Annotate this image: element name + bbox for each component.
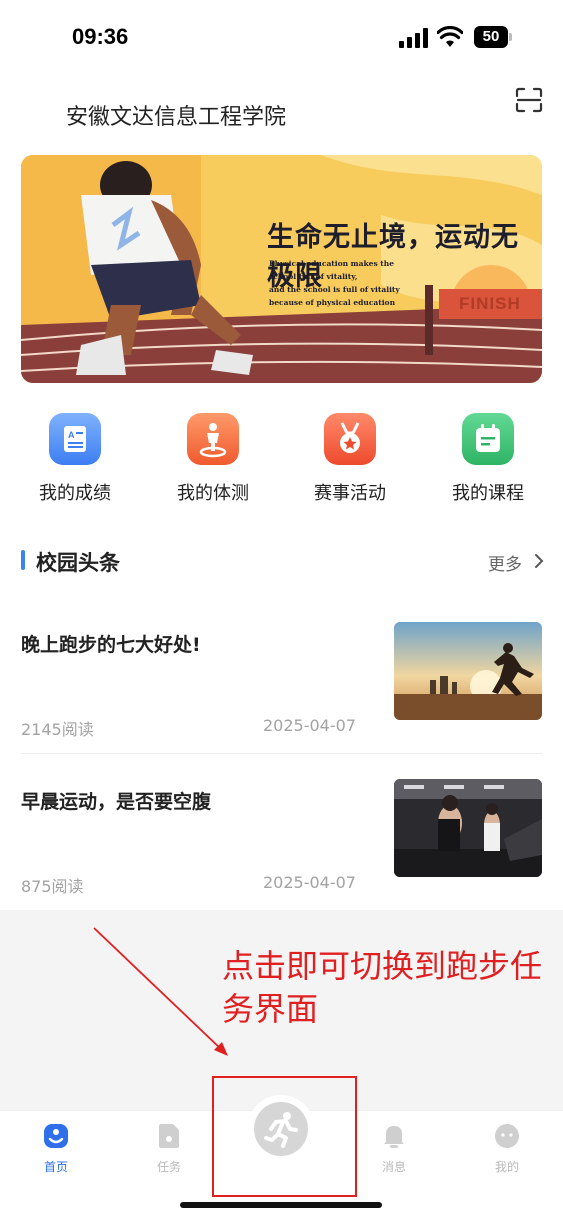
status-bar: 09:36 50 <box>0 0 563 78</box>
medal-icon <box>324 413 376 465</box>
quick-menu-label: 我的体测 <box>177 483 249 504</box>
wifi-icon <box>437 26 463 47</box>
fitness-test-icon <box>187 413 239 465</box>
banner-subtitle: Physical education makes the school full… <box>269 259 400 307</box>
battery-icon: 50 <box>474 26 514 48</box>
section-title: 校园头条 <box>36 551 120 575</box>
news-date: 2025-04-07 <box>263 873 356 892</box>
calendar-icon <box>462 413 514 465</box>
news-title: 早晨运动，是否要空腹 <box>21 791 212 813</box>
page-title: 安徽文达信息工程学院 <box>66 105 287 130</box>
tab-label: 我的 <box>494 1160 519 1174</box>
signal-icon <box>399 28 429 48</box>
battery-level: 50 <box>474 26 508 48</box>
divider <box>21 753 542 754</box>
tab-label: 任务 <box>156 1160 181 1174</box>
news-date: 2025-04-07 <box>263 716 356 735</box>
news-read-count: 2145阅读 <box>21 720 94 739</box>
task-icon <box>159 1124 179 1148</box>
profile-icon <box>495 1124 519 1148</box>
finish-sign: FINISH <box>439 289 542 319</box>
news-thumbnail <box>394 779 542 877</box>
news-item[interactable]: 早晨运动，是否要空腹 875阅读 2025-04-07 <box>21 779 542 917</box>
annotation-highlight-box <box>212 1076 357 1197</box>
home-indicator <box>180 1202 382 1208</box>
news-read-count: 875阅读 <box>21 877 84 896</box>
promo-banner[interactable]: 生命无止境，运动无极限 Physical education makes the… <box>21 155 542 383</box>
section-accent-bar <box>21 550 25 570</box>
tab-label: 首页 <box>43 1160 68 1174</box>
annotation-text: 点击即可切换到跑步任务界面 <box>222 947 543 1028</box>
tab-task[interactable]: 任务 <box>129 1123 209 1183</box>
quick-menu-courses[interactable]: 我的课程 <box>433 413 543 504</box>
quick-menu-my-scores[interactable]: A 我的成绩 <box>20 413 130 504</box>
chevron-right-icon[interactable] <box>534 553 544 569</box>
news-item[interactable]: 晚上跑步的七大好处! 2145阅读 2025-04-07 <box>21 622 542 760</box>
quick-menu-fitness-test[interactable]: 我的体测 <box>158 413 268 504</box>
tab-messages[interactable]: 消息 <box>354 1123 434 1183</box>
tab-profile[interactable]: 我的 <box>467 1123 547 1183</box>
quick-menu-label: 赛事活动 <box>314 483 386 504</box>
more-link[interactable]: 更多 <box>488 550 522 575</box>
svg-text:A: A <box>68 430 75 440</box>
tab-label: 消息 <box>381 1160 406 1174</box>
tab-home[interactable]: 首页 <box>16 1123 96 1183</box>
scan-icon[interactable] <box>515 87 543 113</box>
news-thumbnail <box>394 622 542 720</box>
news-title: 晚上跑步的七大好处! <box>21 634 201 656</box>
home-icon <box>44 1124 68 1148</box>
quick-menu-events[interactable]: 赛事活动 <box>295 413 405 504</box>
bell-icon <box>384 1126 404 1148</box>
report-card-icon: A <box>49 413 101 465</box>
quick-menu-label: 我的课程 <box>452 483 524 504</box>
quick-menu-label: 我的成绩 <box>39 483 111 504</box>
status-time: 09:36 <box>72 24 129 49</box>
